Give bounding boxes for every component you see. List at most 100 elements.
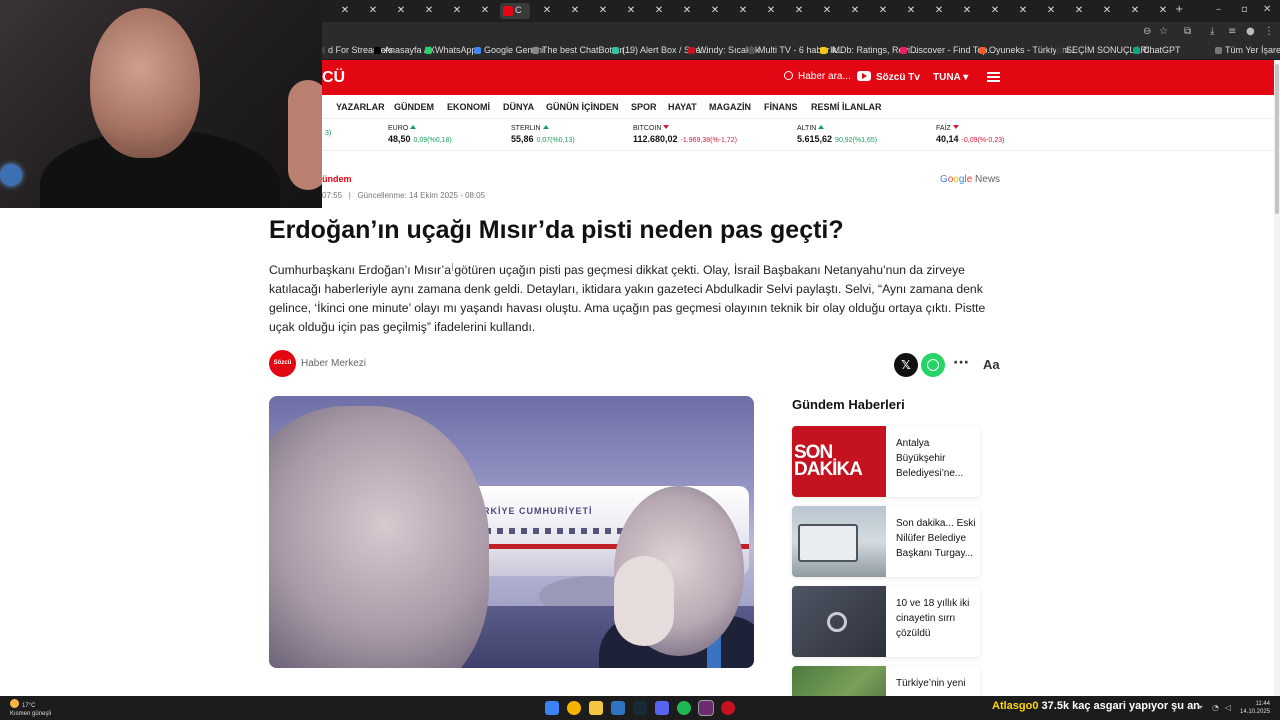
sidebar-news-card[interactable]: SON DAKİKA Antalya Büyükşehir Belediyesi… <box>792 426 980 497</box>
tab-icon[interactable]: ✕ <box>652 4 666 18</box>
author-name[interactable]: Haber Merkezi <box>301 358 366 369</box>
tab-icon[interactable]: ✕ <box>988 4 1002 18</box>
tab-icon[interactable]: ✕ <box>1072 4 1086 18</box>
share-x-button[interactable]: 𝕏 <box>894 353 918 377</box>
tab-icon[interactable]: ✕ <box>338 4 352 18</box>
nav-item[interactable]: DÜNYA <box>503 102 534 112</box>
bookmark-favicon-icon <box>474 47 481 54</box>
extensions-icon[interactable]: ⧉ <box>1184 26 1191 37</box>
nav-item[interactable]: GÜNÜN İÇİNDEN <box>546 102 619 112</box>
nav-item[interactable]: HAYAT <box>668 102 697 112</box>
new-tab-icon[interactable]: + <box>1175 4 1183 15</box>
chrome-icon[interactable] <box>567 701 581 715</box>
volume-icon[interactable]: ◁ <box>1225 703 1231 712</box>
bookmark-item[interactable]: WhatsApp <box>425 45 477 55</box>
sozcu-tv-button[interactable]: Sözcü Tv <box>857 71 920 83</box>
profile-icon[interactable]: ● <box>1246 26 1255 37</box>
maximize-icon[interactable]: ▫ <box>1241 4 1248 15</box>
site-logo[interactable]: CÜ <box>322 69 345 87</box>
nav-item[interactable]: MAGAZİN <box>709 102 751 112</box>
bookmark-item[interactable]: ChatGPT <box>1133 45 1181 55</box>
windows-start-icon[interactable] <box>545 701 559 715</box>
bookmark-item[interactable]: Tüm Yer İşaretleri <box>1215 45 1280 55</box>
tab-icon[interactable]: ✕ <box>1156 4 1170 18</box>
market-item[interactable]: EURO 48,50 0,09(%0,18) <box>388 125 452 144</box>
more-options-icon[interactable]: ··· <box>953 355 969 371</box>
son-dakika-line2: DAKİKA <box>794 459 863 480</box>
tab-icon[interactable]: ✕ <box>1016 4 1030 18</box>
discord-icon[interactable] <box>655 701 669 715</box>
tab-icon[interactable]: ✕ <box>596 4 610 18</box>
share-whatsapp-button[interactable] <box>921 353 945 377</box>
hamburger-menu-icon[interactable] <box>987 72 1000 82</box>
tab-icon[interactable]: ✕ <box>568 4 582 18</box>
tab-icon[interactable]: ✕ <box>1044 4 1058 18</box>
page-scrollbar[interactable] <box>1274 60 1280 696</box>
app-icon[interactable] <box>721 701 735 715</box>
scroll-thumb[interactable] <box>1275 64 1279 214</box>
settings-icon[interactable] <box>611 701 625 715</box>
nav-item[interactable]: YAZARLAR <box>336 102 385 112</box>
article-hero-image[interactable]: TÜRKİYE CUMHURİYETİ <box>269 396 754 668</box>
obs-studio-icon[interactable] <box>698 700 714 716</box>
download-icon[interactable]: ⤓ <box>1210 26 1214 37</box>
nav-item[interactable]: FİNANS <box>764 102 798 112</box>
tab-icon[interactable]: ✕ <box>764 4 778 18</box>
article-category[interactable]: ündem <box>322 174 352 184</box>
tab-icon[interactable]: ✕ <box>1128 4 1142 18</box>
tab-icon[interactable]: ✕ <box>624 4 638 18</box>
plane-livery-text: TÜRKİYE CUMHURİYETİ <box>469 506 593 516</box>
tab-icon[interactable]: ✕ <box>422 4 436 18</box>
user-menu-button[interactable]: TUNA ▾ <box>933 72 968 83</box>
tab-icon[interactable]: ✕ <box>708 4 722 18</box>
nav-item[interactable]: SPOR <box>631 102 657 112</box>
market-item[interactable]: BITCOIN 112.680,02 -1.969,38(%-1,72) <box>633 125 737 144</box>
sidebar-news-card[interactable]: Son dakika... Eski Nilüfer Belediye Başk… <box>792 506 980 577</box>
system-clock[interactable]: 11:44 14.10.2025 <box>1240 700 1270 716</box>
font-size-button[interactable]: Aa <box>983 357 1000 372</box>
nav-item[interactable]: GÜNDEM <box>394 102 434 112</box>
weather-widget[interactable]: 17°C Kısmen güneşli <box>10 699 51 718</box>
steam-icon[interactable] <box>633 701 647 715</box>
sidebar-news-card[interactable]: 10 ve 18 yıllık iki cinayetin sırrı çözü… <box>792 586 980 657</box>
tab-icon[interactable]: ✕ <box>820 4 834 18</box>
tab-icon[interactable]: ✕ <box>1100 4 1114 18</box>
tab-icon[interactable]: ✕ <box>680 4 694 18</box>
market-item[interactable]: 3) <box>322 125 331 137</box>
tab-icon[interactable]: ✕ <box>960 4 974 18</box>
nav-item[interactable]: RESMİ İLANLAR <box>811 102 882 112</box>
browser-menu-icon[interactable]: ⋮ <box>1264 26 1274 37</box>
tab-icon[interactable]: ✕ <box>792 4 806 18</box>
search-button[interactable]: Haber ara... <box>784 71 851 82</box>
market-name: ALTIN <box>797 125 877 132</box>
search-icon <box>784 71 793 80</box>
minimize-icon[interactable]: – <box>1216 4 1221 15</box>
handcuff-thumbnail <box>792 586 886 657</box>
tab-icon[interactable]: ✕ <box>540 4 554 18</box>
tab-icon[interactable]: ✕ <box>848 4 862 18</box>
file-explorer-icon[interactable] <box>589 701 603 715</box>
nav-item[interactable]: EKONOMİ <box>447 102 490 112</box>
author-avatar[interactable]: Sözcü <box>269 350 296 377</box>
tab-icon[interactable]: ✕ <box>478 4 492 18</box>
tab-icon[interactable]: ✕ <box>394 4 408 18</box>
media-icon[interactable]: ≡ <box>1228 26 1236 37</box>
tab-icon[interactable]: ✕ <box>904 4 918 18</box>
close-window-icon[interactable]: ✕ <box>1263 4 1271 15</box>
zoom-icon[interactable]: ⊖ <box>1143 26 1151 37</box>
active-tab[interactable]: C <box>500 3 530 19</box>
network-icon[interactable]: ◔ <box>1212 703 1219 712</box>
spotify-icon[interactable] <box>677 701 691 715</box>
tab-icon[interactable]: ✕ <box>450 4 464 18</box>
tab-icon[interactable]: ✕ <box>366 4 380 18</box>
mic-tray-icon[interactable]: ⏷ <box>1197 703 1203 713</box>
market-name: EURO <box>388 125 452 132</box>
bookmark-star-icon[interactable]: ☆ <box>1159 26 1168 37</box>
market-item[interactable]: STERLIN 55,86 0,07(%0,13) <box>511 125 575 144</box>
market-item[interactable]: ALTIN 5.615,62 90,92(%1,65) <box>797 125 877 144</box>
google-news-button[interactable]: Google News <box>940 174 1000 185</box>
market-item[interactable]: FAİZ 40,14 -0,09(%-0,23) <box>936 125 1004 144</box>
tab-icon[interactable]: ✕ <box>932 4 946 18</box>
tab-icon[interactable]: ✕ <box>736 4 750 18</box>
tab-icon[interactable]: ✕ <box>876 4 890 18</box>
